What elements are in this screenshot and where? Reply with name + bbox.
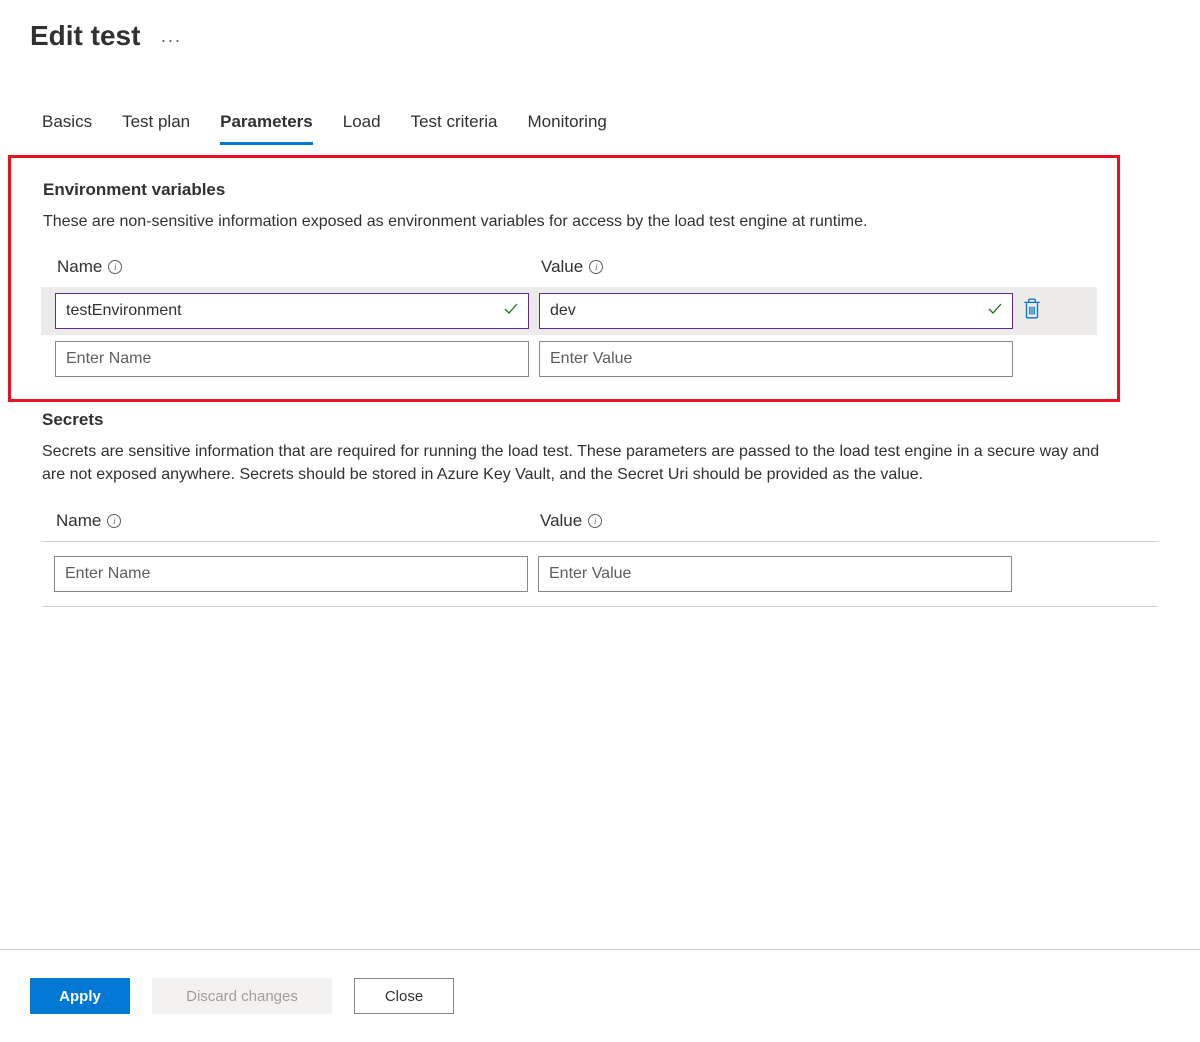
env-value-header: Value i (541, 257, 1025, 277)
tab-test-plan[interactable]: Test plan (122, 112, 190, 145)
env-vars-heading: Environment variables (43, 180, 1097, 200)
apply-button[interactable]: Apply (30, 978, 130, 1014)
tab-bar: Basics Test plan Parameters Load Test cr… (0, 52, 1200, 145)
env-vars-description: These are non-sensitive information expo… (43, 210, 1097, 233)
env-var-value-input[interactable] (539, 293, 1013, 329)
secret-value-input[interactable] (538, 556, 1012, 592)
info-icon[interactable]: i (108, 260, 122, 274)
env-var-row (41, 287, 1097, 335)
page-title: Edit test (30, 20, 140, 52)
secrets-name-header-label: Name (56, 511, 101, 531)
info-icon[interactable]: i (589, 260, 603, 274)
env-var-row-empty (41, 335, 1097, 383)
env-name-header-label: Name (57, 257, 102, 277)
env-value-header-label: Value (541, 257, 583, 277)
secret-name-input[interactable] (54, 556, 528, 592)
tab-basics[interactable]: Basics (42, 112, 92, 145)
info-icon[interactable]: i (107, 514, 121, 528)
tab-parameters[interactable]: Parameters (220, 112, 313, 145)
footer-actions: Apply Discard changes Close (0, 949, 1200, 1014)
info-icon[interactable]: i (588, 514, 602, 528)
env-var-name-input[interactable] (55, 293, 529, 329)
checkmark-icon (987, 301, 1003, 322)
secret-row-empty (40, 550, 1158, 598)
more-actions-icon[interactable]: ··· (160, 22, 181, 51)
discard-changes-button[interactable]: Discard changes (152, 978, 332, 1014)
highlight-annotation: Environment variables These are non-sens… (8, 155, 1120, 402)
secrets-heading: Secrets (42, 410, 1158, 430)
env-name-header: Name i (57, 257, 541, 277)
secrets-description: Secrets are sensitive information that a… (42, 440, 1102, 486)
tab-load[interactable]: Load (343, 112, 381, 145)
delete-icon[interactable] (1023, 298, 1045, 324)
checkmark-icon (503, 301, 519, 322)
secrets-value-header-label: Value (540, 511, 582, 531)
env-var-name-input[interactable] (55, 341, 529, 377)
secrets-name-header: Name i (56, 511, 540, 531)
tab-test-criteria[interactable]: Test criteria (411, 112, 498, 145)
tab-monitoring[interactable]: Monitoring (528, 112, 607, 145)
secrets-value-header: Value i (540, 511, 1024, 531)
close-button[interactable]: Close (354, 978, 454, 1014)
env-var-value-input[interactable] (539, 341, 1013, 377)
